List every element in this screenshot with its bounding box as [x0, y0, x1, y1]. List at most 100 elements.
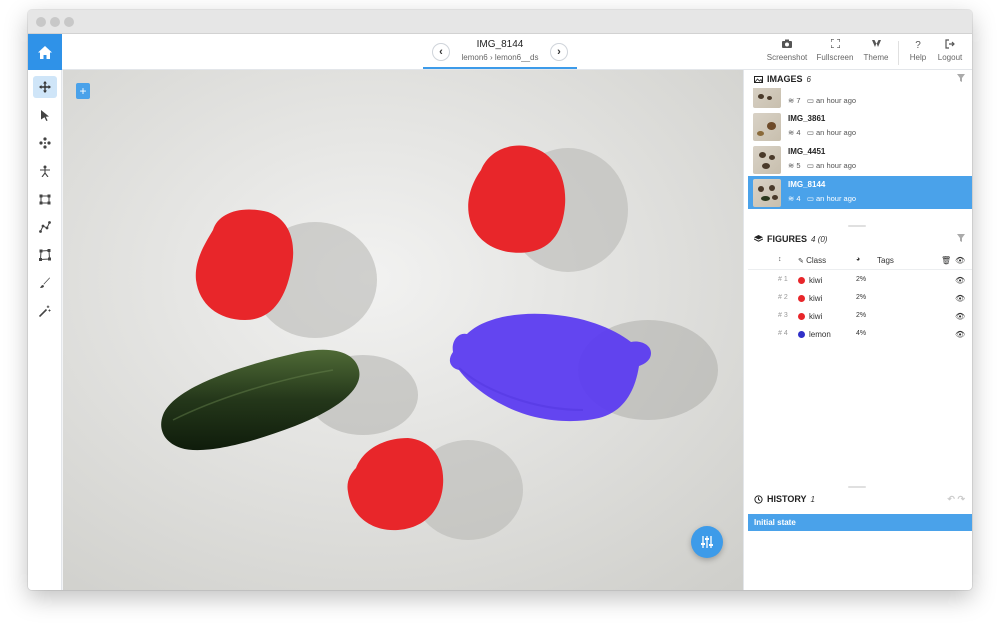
theme-icon [860, 39, 892, 53]
skeleton-icon [40, 165, 50, 177]
window-titlebar [28, 10, 972, 34]
brush-tool-button[interactable] [33, 272, 57, 294]
history-item[interactable]: Initial state [748, 514, 972, 531]
polyline-icon [39, 221, 51, 233]
figure-row[interactable]: # 2 kiwi 2% 👁 [748, 290, 972, 308]
home-icon [38, 45, 52, 59]
window-maximize-dot[interactable] [64, 17, 74, 27]
pan-tool-button[interactable] [33, 76, 57, 98]
pencil-icon: ✎ [798, 258, 804, 265]
points-icon [39, 137, 51, 149]
figures-filter-icon[interactable] [957, 234, 965, 244]
cursor-icon [40, 109, 49, 121]
images-count: 6 [806, 74, 811, 84]
layers-icon: ≋ [788, 96, 795, 105]
magic-wand-tool-button[interactable] [33, 300, 57, 322]
fullscreen-button[interactable]: Fullscreen [814, 38, 856, 62]
undo-redo-icon[interactable]: ↶ ↷ [947, 494, 965, 505]
class-color-dot [798, 295, 805, 302]
figures-table-header: ↕ ✎ Class ◕ Tags 🗑 👁 [748, 252, 972, 270]
figure-class: kiwi [809, 294, 823, 303]
right-panel: IMAGES 6 ≋ 7 ▭ an hour ago IMG_3861 ≋ 4 … [743, 70, 972, 590]
eye-icon[interactable]: 👁 [955, 312, 965, 321]
image-name: IMG_4451 [788, 147, 826, 156]
magic-wand-icon [39, 305, 51, 317]
help-button[interactable]: ? Help [904, 39, 932, 62]
points-tool-button[interactable] [33, 132, 57, 154]
figure-row[interactable]: # 4 lemon 4% 👁 [748, 326, 972, 344]
theme-button[interactable]: Theme [860, 39, 892, 62]
path-dataset[interactable]: lemon6__ds [495, 53, 539, 62]
theme-label: Theme [863, 53, 889, 62]
layers-icon: ≋ [788, 194, 795, 203]
app-window: ‹ IMG_8144 lemon6 › lemon6__ds › Screens… [28, 10, 972, 590]
fullscreen-icon [814, 38, 856, 53]
top-bar: ‹ IMG_8144 lemon6 › lemon6__ds › Screens… [28, 34, 972, 70]
figure-row[interactable]: # 1 kiwi 2% 👁 [748, 272, 972, 290]
image-meta: ≋ 5 ▭ an hour ago [788, 161, 857, 170]
figure-row[interactable]: # 3 kiwi 2% 👁 [748, 308, 972, 326]
layers-icon: ≋ [788, 161, 795, 170]
eye-icon[interactable]: 👁 [955, 294, 965, 303]
class-color-dot [798, 313, 805, 320]
adjustments-button[interactable] [691, 526, 723, 558]
calendar-icon: ▭ [806, 194, 814, 203]
resize-grip[interactable] [848, 225, 866, 227]
next-image-button[interactable]: › [550, 43, 568, 61]
resize-grip[interactable] [848, 486, 866, 488]
camera-icon [766, 39, 808, 53]
class-column-header[interactable]: ✎ Class [798, 256, 826, 265]
window-minimize-dot[interactable] [50, 17, 60, 27]
logout-button[interactable]: Logout [934, 39, 966, 62]
polygon-icon [39, 249, 51, 261]
sort-icon[interactable]: ↕ [778, 256, 782, 263]
rectangle-tool-button[interactable] [33, 188, 57, 210]
eye-icon[interactable]: 👁 [955, 330, 965, 339]
figure-class: kiwi [809, 312, 823, 321]
screenshot-button[interactable]: Screenshot [766, 39, 808, 62]
calendar-icon: ▭ [806, 128, 814, 137]
figure-area: 2% [856, 276, 867, 283]
eye-icon[interactable]: 👁 [955, 276, 965, 285]
image-list-item[interactable]: IMG_3861 ≋ 4 ▭ an hour ago [748, 110, 972, 143]
scene-photo [63, 70, 743, 590]
toolbar-divider [898, 41, 899, 65]
eye-icon[interactable]: 👁 [955, 256, 965, 265]
image-list-item[interactable]: ≋ 7 ▭ an hour ago [748, 88, 972, 109]
image-name: IMG_8144 [788, 180, 826, 189]
class-color-dot [798, 331, 805, 338]
image-list-item[interactable]: IMG_4451 ≋ 5 ▭ an hour ago [748, 143, 972, 176]
add-figure-button[interactable]: + [76, 83, 90, 99]
path-project[interactable]: lemon6 [462, 53, 488, 62]
figures-section-header: FIGURES 4 (0) [744, 230, 972, 248]
history-icon [754, 494, 763, 504]
help-label: Help [909, 53, 927, 62]
logout-icon [934, 39, 966, 53]
path-separator: › [489, 53, 493, 62]
class-color-dot [798, 277, 805, 284]
images-icon [754, 76, 763, 83]
polyline-tool-button[interactable] [33, 216, 57, 238]
calendar-icon: ▭ [806, 161, 814, 170]
calendar-icon: ▭ [806, 96, 814, 105]
window-close-dot[interactable] [36, 17, 46, 27]
fullscreen-label: Fullscreen [816, 53, 854, 62]
rectangle-icon [39, 194, 51, 204]
history-count: 1 [810, 494, 815, 504]
select-tool-button[interactable] [33, 104, 57, 126]
home-button[interactable] [28, 34, 62, 70]
images-filter-icon[interactable] [957, 74, 965, 84]
figure-class: kiwi [809, 276, 823, 285]
image-meta: ≋ 4 ▭ an hour ago [788, 128, 857, 137]
image-thumbnail [753, 146, 781, 174]
left-toolbar [28, 70, 62, 590]
image-thumbnail [753, 113, 781, 141]
image-list-item-selected[interactable]: IMG_8144 ≋ 4 ▭ an hour ago [748, 176, 972, 209]
polygon-tool-button[interactable] [33, 244, 57, 266]
bitmap-tool-button[interactable] [33, 160, 57, 182]
annotation-canvas[interactable]: + [63, 70, 743, 590]
layers-icon: ≋ [788, 128, 795, 137]
image-name: IMG_3861 [788, 114, 826, 123]
figures-title: FIGURES [767, 234, 808, 244]
trash-icon[interactable]: 🗑 [941, 256, 951, 265]
